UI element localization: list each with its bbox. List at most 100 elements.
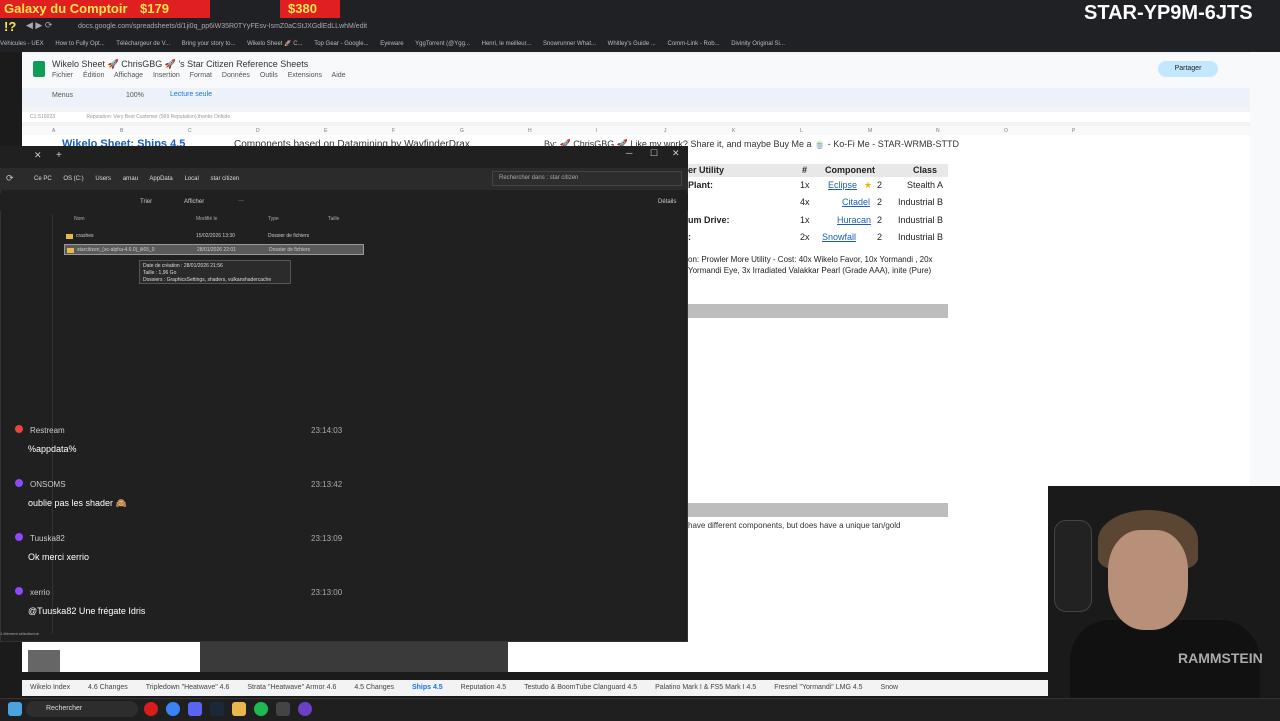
bookmark-item[interactable]: Eyeware [380,41,403,47]
column-header[interactable]: P [1072,128,1075,134]
component-link[interactable]: Snowfall [822,232,856,242]
bookmark-item[interactable]: Comm-Link - Rob... [668,41,720,47]
component-link[interactable]: Citadel [842,197,870,207]
column-header[interactable]: M [868,128,872,134]
close-tab-icon[interactable]: ✕ [34,150,42,161]
column-header[interactable]: I [596,128,597,134]
menu-item[interactable]: Outils [260,72,278,79]
sheets-logo-icon[interactable] [33,61,45,77]
bookmark-item[interactable]: Whitley's Guide ... [608,41,656,47]
address-bar[interactable]: docs.google.com/spreadsheets/d/1ji0q_pp6… [78,20,958,34]
app-icon[interactable] [276,702,290,716]
edge-icon[interactable] [166,702,180,716]
doc-title[interactable]: Wikelo Sheet 🚀 ChrisGBG 🚀 's Star Citize… [52,59,308,70]
taskbar-search[interactable]: Rechercher [26,701,138,717]
refresh-icon[interactable]: ⟳ [6,173,14,184]
column-modified[interactable]: Modifié le [196,216,217,222]
steam-icon[interactable] [210,702,224,716]
nav-arrows-icon[interactable]: ◀ ▶ ⟳ [26,20,52,31]
column-header[interactable]: D [256,128,260,134]
close-icon[interactable]: ✕ [672,148,680,159]
breadcrumb-item[interactable]: star citizen [210,176,239,182]
breadcrumb-item[interactable]: Users [95,176,111,182]
column-name[interactable]: Nom [74,216,85,222]
table-row[interactable]: : 2x Snowfall 2 Industrial B [688,232,948,249]
sort-button[interactable]: Trier [140,199,152,205]
share-button[interactable]: Partager [1158,61,1218,77]
bookmark-item[interactable]: Véhicules - UEX [0,41,44,47]
menu-item[interactable]: Extensions [288,72,322,79]
bookmark-item[interactable]: Divinity Original Si... [731,41,785,47]
menus-button[interactable]: Menus [52,92,73,99]
column-header[interactable]: A [52,128,55,134]
column-header[interactable]: K [732,128,735,134]
windows-start-icon[interactable] [8,702,22,716]
sheet-tab[interactable]: Testudo & BoomTube Clanguard 4.5 [524,684,637,691]
table-row[interactable]: Plant: 1x Eclipse ★ 2 Stealth A [688,180,948,197]
details-button[interactable]: Détails [658,199,676,205]
view-button[interactable]: Afficher [184,199,204,205]
menu-item[interactable]: Affichage [114,72,143,79]
sheet-tab[interactable]: Fresnel "Yormandi" LMG 4.5 [774,684,862,691]
table-row[interactable]: 4x Citadel 2 Industrial B [688,197,948,214]
sheet-tab[interactable]: 4.5 Changes [354,684,394,691]
menu-item[interactable]: Données [222,72,250,79]
discord-icon[interactable] [188,702,202,716]
breadcrumb-item[interactable]: Ce PC [34,176,52,182]
column-header[interactable]: G [460,128,464,134]
formula-text[interactable]: Reputation: Very Best Customer (999 Repu… [86,114,230,120]
new-tab-icon[interactable]: + [56,150,62,161]
maximize-icon[interactable]: ☐ [650,148,658,159]
notes-cell[interactable]: have different components, but does have… [688,521,900,530]
bookmark-item[interactable]: How to Fully Opt... [55,41,104,47]
sheet-tab[interactable]: Wikelo Index [30,684,70,691]
minimize-icon[interactable]: ─ [626,148,632,158]
component-link[interactable]: Eclipse [828,180,857,190]
column-header[interactable]: L [800,128,803,134]
sheet-tab[interactable]: Snow [881,684,899,691]
bookmark-item[interactable]: YggTorrent (@Ygg... [415,41,470,47]
column-header[interactable]: O [1004,128,1008,134]
bookmark-item[interactable]: Wikelo Sheet 🚀 C... [247,41,303,47]
menu-item[interactable]: Aide [332,72,346,79]
column-header[interactable]: J [664,128,667,134]
zoom-select[interactable]: 100% [126,92,144,99]
opera-icon[interactable] [144,702,158,716]
read-only-badge[interactable]: Lecture seule [170,91,212,98]
obs-icon[interactable] [298,702,312,716]
breadcrumb-item[interactable]: OS (C:) [63,176,83,182]
sheet-tab[interactable]: Tripledown "Heatwave" 4.6 [146,684,230,691]
column-header[interactable]: C [188,128,192,134]
sheet-tab-active[interactable]: Ships 4.5 [412,684,443,691]
explorer-search-input[interactable]: Rechercher dans : star citizen [492,171,682,186]
spotify-icon[interactable] [254,702,268,716]
bookmark-item[interactable]: Top Gear - Google... [314,41,368,47]
bookmark-item[interactable]: Bring your story to... [182,41,236,47]
column-header[interactable]: F [392,128,395,134]
bookmark-item[interactable]: Téléchargeur de V... [116,41,170,47]
column-header[interactable]: H [528,128,532,134]
sheet-tab[interactable]: 4.6 Changes [88,684,128,691]
column-header[interactable]: B [120,128,123,134]
sheet-tab[interactable]: Palatino Mark I & FS5 Mark I 4.5 [655,684,756,691]
column-size[interactable]: Taille [328,216,339,222]
column-header[interactable]: N [936,128,940,134]
cost-text-cell[interactable]: on: Prowler More Utility - Cost: 40x Wik… [688,254,950,276]
breadcrumb-item[interactable]: AppData [149,176,172,182]
table-row[interactable]: um Drive: 1x Huracan 2 Industrial B [688,215,948,232]
component-link[interactable]: Huracan [837,215,871,225]
sheet-tab[interactable]: Reputation 4.5 [461,684,507,691]
breadcrumb-item[interactable]: arnau [123,176,138,182]
cell-reference[interactable]: C1:S16023 [30,114,55,120]
bookmark-item[interactable]: Henri, le meilleur... [482,41,532,47]
column-type[interactable]: Type [268,216,279,222]
bookmark-item[interactable]: Snowrunner What... [543,41,596,47]
sheet-tab[interactable]: Strata "Heatwave" Armor 4.6 [247,684,336,691]
file-explorer-icon[interactable] [232,702,246,716]
menu-item[interactable]: Édition [83,72,104,79]
menu-item[interactable]: Format [190,72,212,79]
menu-item[interactable]: Insertion [153,72,180,79]
more-options-button[interactable]: ··· [238,198,244,204]
column-header[interactable]: E [324,128,327,134]
explorer-titlebar[interactable]: ✕ + ─ ☐ ✕ [0,146,688,168]
